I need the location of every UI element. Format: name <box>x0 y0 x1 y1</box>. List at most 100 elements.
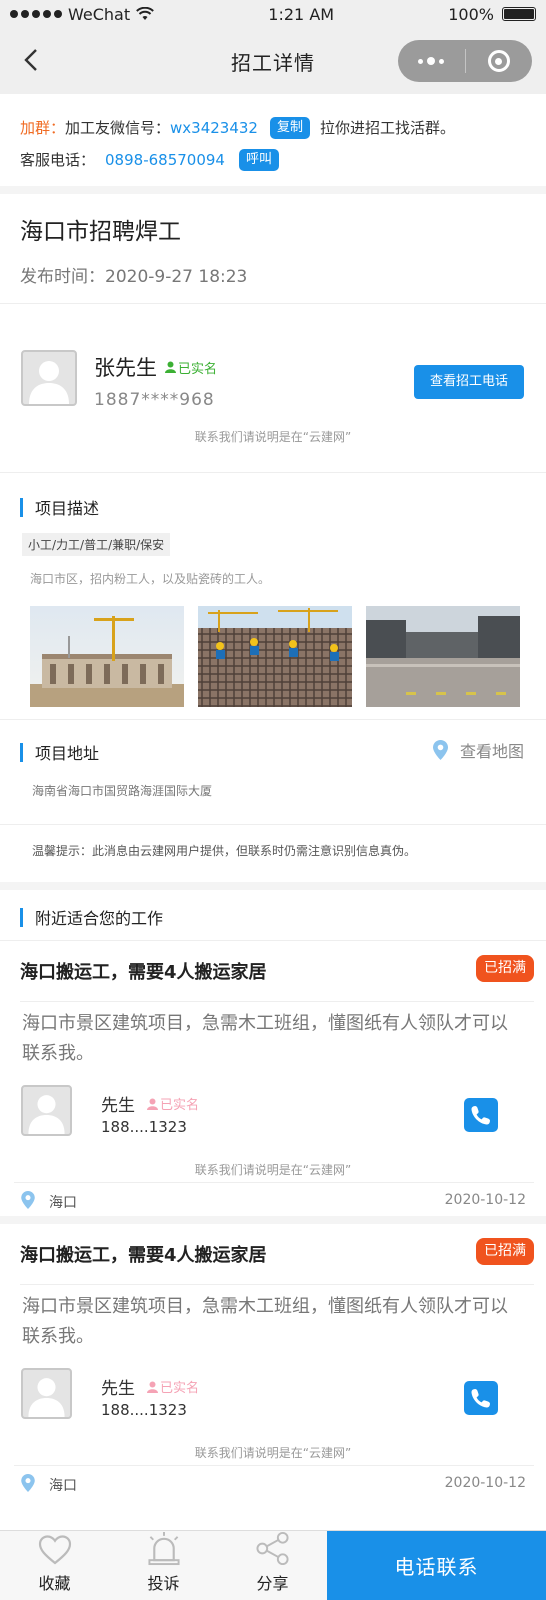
service-phone[interactable]: 0898-68570094 <box>105 144 225 176</box>
navigation-bar: 招工详情 <box>0 28 546 94</box>
status-bar: WeChat 1:21 AM 100% <box>0 0 546 28</box>
share-tab[interactable]: 分享 <box>218 1531 327 1600</box>
project-photo[interactable] <box>30 606 184 707</box>
verified-badge: 已实名 <box>147 1377 199 1396</box>
project-photo[interactable] <box>366 606 520 707</box>
complain-label: 投诉 <box>147 1574 180 1593</box>
project-tags: 小工/力工/普工/兼职/保安 <box>22 533 171 556</box>
person-icon <box>28 1095 65 1134</box>
contact-phone: 1887****968 <box>94 390 215 410</box>
project-description: 海口市区，招内粉工人，以及贴瓷砖的工人。 <box>30 572 271 586</box>
title-accent-bar <box>20 497 23 517</box>
contact-name-row: 张先生 已实名 <box>94 352 217 382</box>
divider <box>14 1182 534 1183</box>
nearby-title-row: 附近适合您的工作 <box>0 905 546 929</box>
address-title: 项目地址 <box>35 744 100 763</box>
status-badge: 已招满 <box>476 1238 534 1265</box>
user-verified-icon <box>147 1381 158 1393</box>
group-label: 加群： <box>20 119 66 137</box>
address-title-row: 项目地址 <box>0 740 99 764</box>
location-pin-icon <box>432 740 448 760</box>
group-info: 加群： 加工友微信号： wx3423432 复制 拉你进招工找活群。 客服电话：… <box>0 94 546 186</box>
complain-tab[interactable]: 投诉 <box>109 1531 218 1600</box>
clock: 1:21 AM <box>268 4 335 24</box>
verified-label: 已实名 <box>160 1098 200 1113</box>
user-verified-icon <box>147 1098 158 1110</box>
nearby-location: 海口 <box>49 1478 77 1494</box>
view-map-label: 查看地图 <box>459 742 524 761</box>
wechat-label: 加工友微信号： <box>65 119 171 137</box>
divider <box>0 1216 546 1224</box>
more-button[interactable] <box>398 40 465 82</box>
back-arrow-icon[interactable] <box>18 46 46 74</box>
publish-label: 发布时间： <box>20 267 105 287</box>
favorite-label: 收藏 <box>38 1574 71 1593</box>
divider <box>14 1465 534 1466</box>
verified-badge: 已实名 <box>147 1094 199 1113</box>
job-header: 海口市招聘焊工 发布时间：2020-9-27 18:23 <box>0 194 546 303</box>
status-right: 100% <box>448 5 536 24</box>
phone-call-button[interactable] <box>464 1381 498 1415</box>
close-button[interactable] <box>466 40 533 82</box>
divider <box>0 186 546 194</box>
view-map-link[interactable]: 查看地图 <box>432 738 524 762</box>
project-photos <box>30 606 546 707</box>
nearby-contact-phone: 188....1323 <box>101 1401 187 1419</box>
verified-badge: 已实名 <box>165 358 217 377</box>
favorite-tab[interactable]: 收藏 <box>0 1531 109 1600</box>
person-icon <box>28 1378 65 1417</box>
heart-icon <box>38 1535 71 1565</box>
nearby-job-description: 海口市景区建筑项目，急需木工班组，懂图纸有人领队才可以联系我。 <box>22 1296 508 1347</box>
nearby-contact-phone: 188....1323 <box>101 1118 187 1136</box>
nearby-location: 海口 <box>49 1195 77 1211</box>
avatar <box>21 1085 72 1136</box>
address-value: 海南省海口市国贸路海涯国际大厦 <box>32 784 213 798</box>
battery-icon <box>501 7 536 21</box>
close-target-icon <box>487 50 510 72</box>
nearby-title: 附近适合您的工作 <box>35 909 164 928</box>
location-pin-icon <box>21 1474 35 1492</box>
page-title: 招工详情 <box>231 50 315 75</box>
person-icon <box>29 361 69 404</box>
job-title: 海口市招聘焊工 <box>20 219 181 245</box>
bottom-action-bar: 收藏 投诉 分享 电话联系 <box>0 1530 546 1600</box>
contact-name: 张先生 <box>94 356 157 380</box>
copy-button[interactable]: 复制 <box>269 117 310 139</box>
verified-label: 已实名 <box>160 1381 200 1396</box>
user-verified-icon <box>165 361 176 373</box>
group-suffix: 拉你进招工找活群。 <box>320 119 456 137</box>
nearby-contact-row: 先生 已实名 <box>101 1091 199 1116</box>
phone-call-button[interactable] <box>464 1098 498 1132</box>
service-row: 客服电话： 0898-68570094 呼叫 <box>20 144 526 176</box>
more-dots-icon <box>418 57 445 65</box>
title-accent-bar <box>20 742 23 762</box>
battery-percent: 100% <box>448 4 494 24</box>
status-badge: 已招满 <box>476 955 534 982</box>
nearby-job-card[interactable]: 海口搬运工，需要4人搬运家居 已招满 海口市景区建筑项目，急需木工班组，懂图纸有… <box>0 941 546 1216</box>
nearby-date: 2020-10-12 <box>444 1475 526 1491</box>
alarm-light-icon <box>147 1531 180 1566</box>
nearby-job-card[interactable]: 海口搬运工，需要4人搬运家居 已招满 海口市景区建筑项目，急需木工班组，懂图纸有… <box>0 1224 546 1499</box>
avatar <box>21 350 77 406</box>
view-phone-button[interactable]: 查看招工电话 <box>414 365 524 399</box>
project-photo[interactable] <box>198 606 352 707</box>
share-label: 分享 <box>256 1574 289 1593</box>
mini-program-capsule <box>398 40 532 82</box>
phone-contact-button[interactable]: 电话联系 <box>327 1531 546 1600</box>
call-button[interactable]: 呼叫 <box>238 149 279 171</box>
phone-icon <box>471 1106 490 1125</box>
signal-icon <box>10 10 62 18</box>
project-title-row: 项目描述 <box>0 495 546 519</box>
project-section: 项目描述 小工/力工/普工/兼职/保安 海口市区，招内粉工人，以及贴瓷砖的工人。 <box>0 473 546 719</box>
address-section: 项目地址 查看地图 海南省海口市国贸路海涯国际大厦 <box>0 720 546 824</box>
nearby-note: 联系我们请说明是在“云建网” <box>194 1446 352 1460</box>
nearby-contact-row: 先生 已实名 <box>101 1374 199 1399</box>
share-icon <box>255 1531 289 1566</box>
nearby-note: 联系我们请说明是在“云建网” <box>194 1163 352 1177</box>
nearby-header: 附近适合您的工作 <box>0 890 546 940</box>
page: WeChat 1:21 AM 100% 招工详情 加群： 加工友微信号： wx3… <box>0 0 546 1600</box>
phone-icon <box>471 1389 490 1408</box>
contact-card: 张先生 已实名 1887****968 查看招工电话 联系我们请说明是在“云建网… <box>0 304 546 472</box>
wechat-row: 加群： 加工友微信号： wx3423432 复制 拉你进招工找活群。 <box>20 112 526 144</box>
warm-tip: 温馨提示：此消息由云建网用户提供，但联系时仍需注意识别信息真伪。 <box>32 844 417 858</box>
